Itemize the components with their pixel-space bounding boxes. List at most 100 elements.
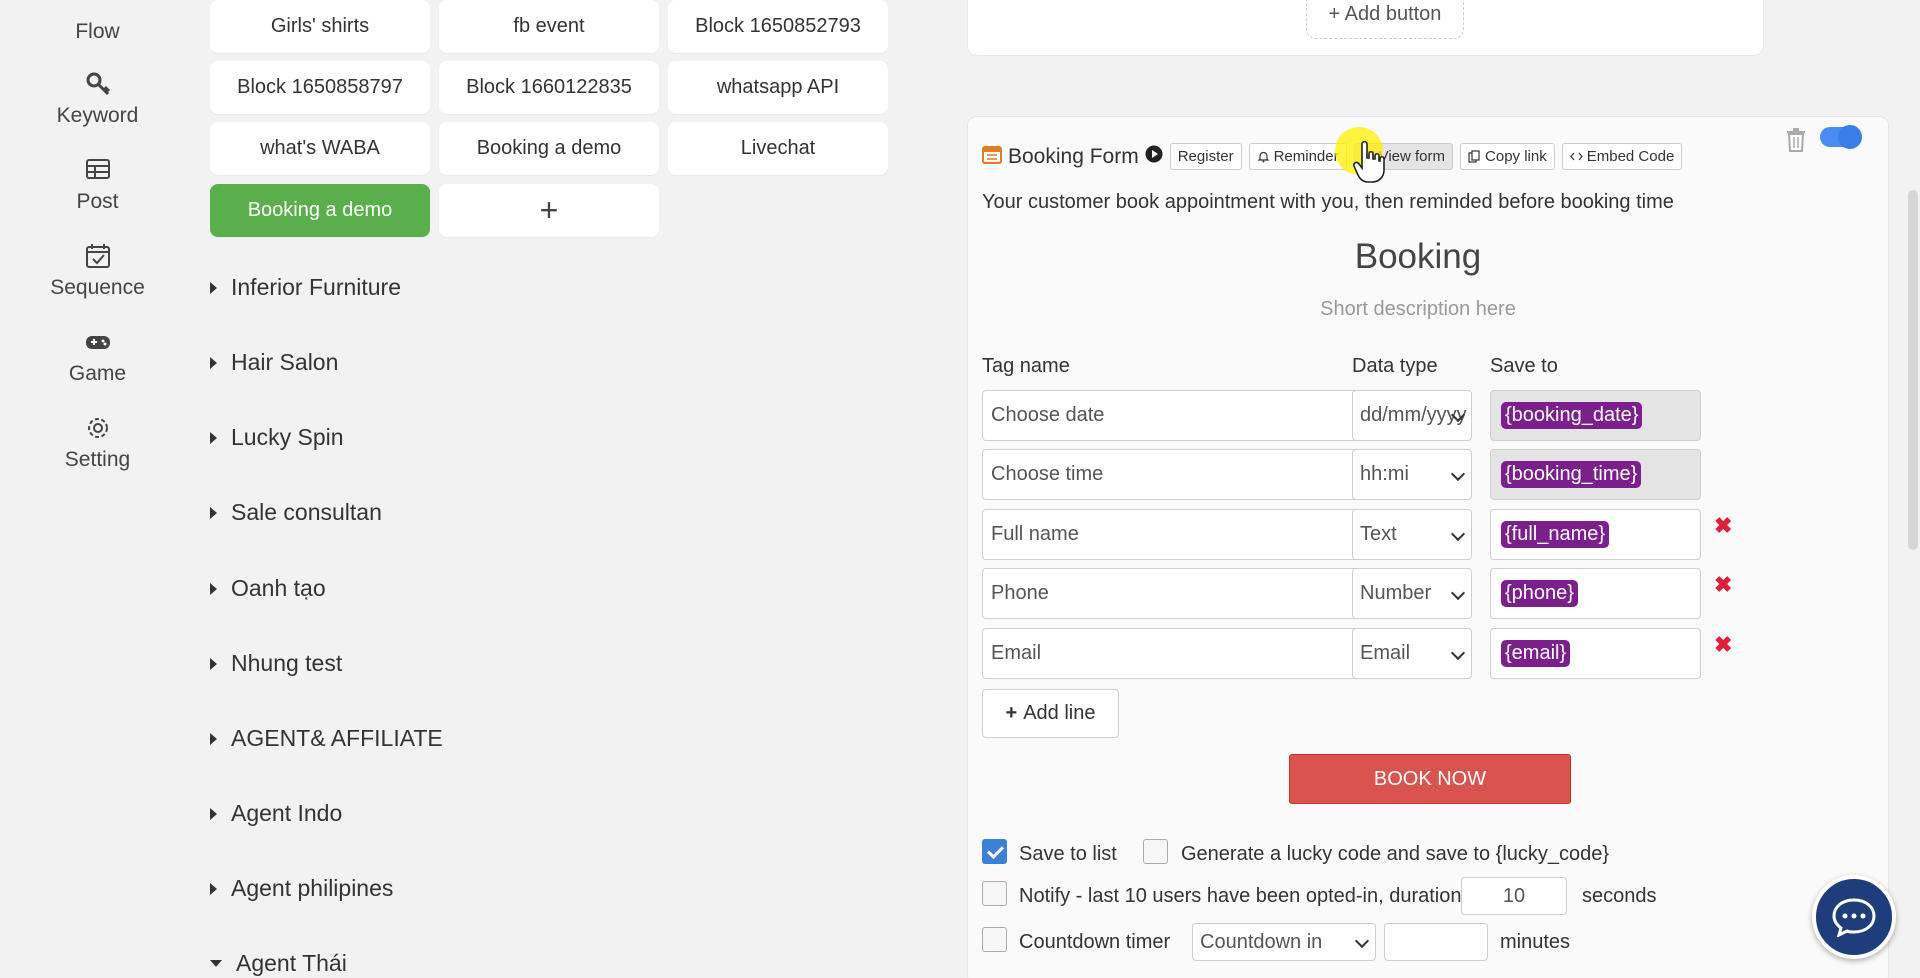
group-item[interactable]: Sale consultan	[210, 499, 382, 526]
block-button[interactable]: Block 1650852793	[668, 0, 888, 53]
calendar-check-icon	[81, 242, 115, 272]
block-button[interactable]: whatsapp API	[668, 61, 888, 114]
add-button[interactable]: + Add button	[1306, 0, 1464, 39]
chip-label: Embed Code	[1586, 148, 1675, 165]
block-button-active[interactable]: Booking a demo	[210, 184, 430, 237]
save-to-field[interactable]: {email}	[1490, 628, 1701, 679]
delete-row-icon[interactable]: ✖	[1714, 513, 1732, 539]
countdown-label: Countdown timer	[1019, 931, 1171, 953]
post-icon	[81, 156, 115, 186]
caret-right-icon	[210, 356, 217, 369]
nav-item-game[interactable]: Game	[0, 328, 195, 386]
group-item[interactable]: Inferior Furniture	[210, 274, 401, 301]
form-title: Booking	[1354, 237, 1482, 276]
reminder-chip[interactable]: Reminder	[1248, 143, 1347, 170]
chevron-down-icon	[1450, 466, 1466, 482]
data-type-select[interactable]: hh:mi	[1352, 449, 1472, 500]
save-to-field[interactable]: {booking_time}	[1490, 449, 1701, 500]
chevron-down-icon	[1450, 585, 1466, 601]
add-block-button[interactable]: +	[439, 184, 659, 237]
select-value: Number	[1360, 582, 1432, 604]
col-save-to: Save to	[1490, 355, 1558, 377]
group-item[interactable]: Nhung test	[210, 650, 342, 677]
group-label: Hair Salon	[231, 349, 339, 375]
nav-item-flow[interactable]: Flow	[0, 0, 195, 44]
block-button[interactable]: fb event	[439, 0, 659, 53]
notify-label: Notify - last 10 users have been opted-i…	[1019, 885, 1462, 907]
variable-tag: {full_name}	[1501, 521, 1610, 548]
save-to-list-checkbox[interactable]	[982, 839, 1007, 864]
nav-label: Keyword	[56, 104, 139, 127]
block-button[interactable]: Booking a demo	[439, 122, 659, 175]
caret-right-icon	[210, 657, 217, 670]
copy-link-chip[interactable]: Copy link	[1460, 143, 1555, 170]
nav-item-keyword[interactable]: Keyword	[0, 70, 195, 128]
bell-icon	[1257, 151, 1270, 163]
nav-item-sequence[interactable]: Sequence	[0, 242, 195, 300]
group-label: Lucky Spin	[231, 424, 344, 450]
group-item[interactable]: Hair Salon	[210, 349, 338, 376]
chip-label: Reminder	[1273, 148, 1339, 165]
group-item[interactable]: AGENT& AFFILIATE	[210, 725, 443, 752]
caret-right-icon	[210, 732, 217, 745]
group-item[interactable]: Agent Indo	[210, 800, 342, 827]
trash-icon[interactable]	[1785, 127, 1807, 153]
chat-button[interactable]	[1812, 875, 1896, 959]
enable-toggle[interactable]	[1820, 125, 1862, 149]
countdown-minutes-input[interactable]	[1384, 923, 1488, 961]
block-button[interactable]: Livechat	[668, 122, 888, 175]
chevron-down-icon	[1450, 645, 1466, 661]
select-value: hh:mi	[1360, 463, 1409, 485]
block-button[interactable]: Block 1650858797	[210, 61, 430, 114]
flow-icon	[81, 0, 115, 16]
group-label: Oanh tạo	[231, 575, 326, 601]
add-line-button[interactable]: + Add line	[982, 689, 1119, 738]
embed-code-chip[interactable]: Embed Code	[1561, 143, 1683, 170]
block-button[interactable]: Block 1660122835	[439, 61, 659, 114]
group-label: Sale consultan	[231, 499, 382, 525]
left-nav: Flow Keyword Post Sequence Game Setting	[0, 0, 195, 978]
group-label: Nhung test	[231, 650, 343, 676]
block-button[interactable]: what's WABA	[210, 122, 430, 175]
group-item[interactable]: Agent philipines	[210, 875, 393, 902]
group-label: AGENT& AFFILIATE	[231, 725, 443, 751]
nav-label: Game	[68, 362, 127, 385]
col-tag-name: Tag name	[982, 355, 1070, 377]
select-value: Countdown in	[1200, 930, 1323, 953]
save-to-list-label: Save to list	[1019, 843, 1117, 865]
group-item[interactable]: Oanh tạo	[210, 575, 326, 602]
group-label: Inferior Furniture	[231, 274, 402, 300]
caret-right-icon	[210, 431, 217, 444]
save-to-field[interactable]: {booking_date}	[1490, 390, 1701, 441]
save-to-field[interactable]: {full_name}	[1490, 509, 1701, 560]
group-item-expanded[interactable]: Agent Thái	[210, 950, 347, 977]
card-title: Booking Form	[1008, 144, 1139, 168]
nav-item-post[interactable]: Post	[0, 156, 195, 214]
previous-card: + Add button	[967, 0, 1764, 56]
delete-row-icon[interactable]: ✖	[1714, 572, 1732, 598]
group-item[interactable]: Lucky Spin	[210, 424, 344, 451]
notify-checkbox[interactable]	[982, 881, 1007, 906]
play-icon[interactable]	[1145, 145, 1163, 168]
countdown-checkbox[interactable]	[982, 927, 1007, 952]
book-now-button[interactable]: BOOK NOW	[1289, 754, 1571, 804]
right-panel: + Add button Booking Form Register Remin…	[945, 0, 1920, 978]
block-button[interactable]: Girls' shirts	[210, 0, 430, 53]
notify-duration-input[interactable]: 10	[1461, 877, 1567, 915]
chevron-down-icon	[1354, 933, 1370, 949]
plus-icon: +	[1005, 702, 1018, 724]
data-type-select[interactable]: Number	[1352, 568, 1472, 619]
data-type-select[interactable]: Text	[1352, 509, 1472, 560]
nav-item-setting[interactable]: Setting	[0, 414, 195, 472]
data-type-select[interactable]: Email	[1352, 628, 1472, 679]
countdown-select[interactable]: Countdown in	[1192, 923, 1376, 961]
gamepad-icon	[81, 328, 115, 358]
button-label: Add line	[1023, 702, 1096, 724]
register-chip[interactable]: Register	[1169, 143, 1242, 170]
data-type-select[interactable]: dd/mm/yyyy	[1352, 390, 1472, 441]
scrollbar[interactable]	[1908, 190, 1918, 550]
save-to-field[interactable]: {phone}	[1490, 568, 1701, 619]
delete-row-icon[interactable]: ✖	[1714, 632, 1732, 658]
caret-down-icon	[210, 960, 222, 967]
lucky-code-checkbox[interactable]	[1143, 839, 1168, 864]
